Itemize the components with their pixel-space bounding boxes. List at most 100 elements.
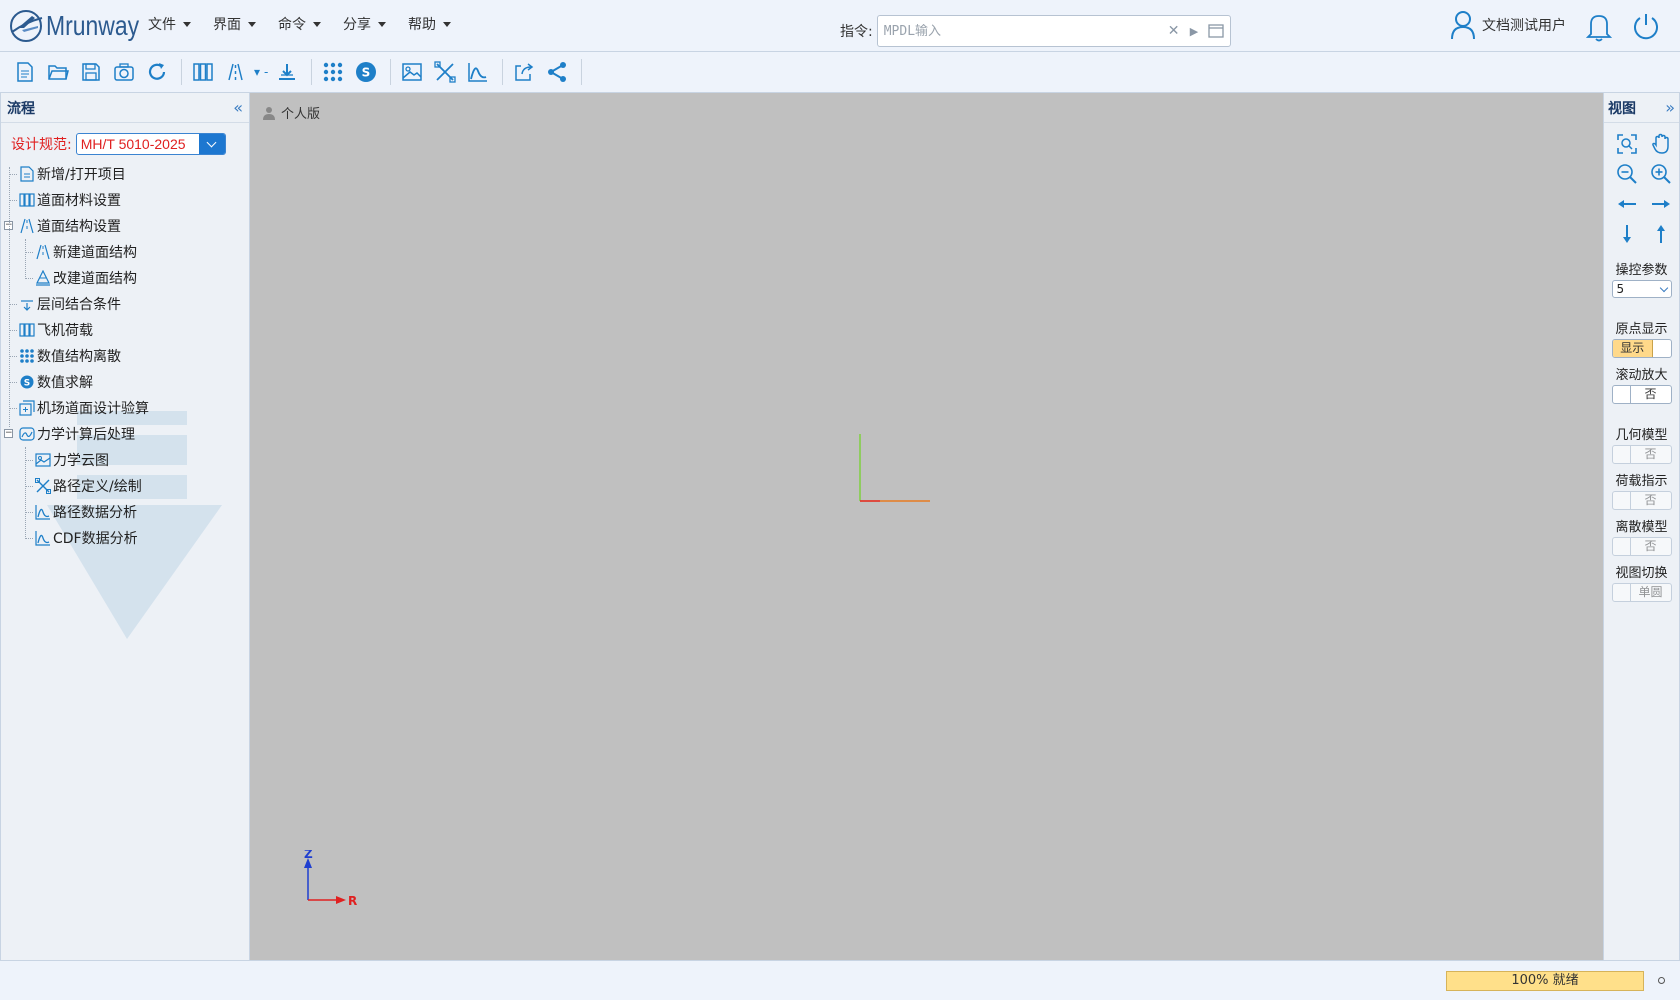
tree-node[interactable]: CDF数据分析 [1, 525, 249, 551]
power-icon[interactable] [1632, 12, 1660, 40]
tree-node[interactable]: 机场道面设计验算 [1, 395, 249, 421]
material-button[interactable] [188, 57, 218, 87]
tree-connector [25, 512, 33, 513]
tree-node[interactable]: S 数值求解 [1, 369, 249, 395]
pan-down-button[interactable] [1610, 219, 1644, 249]
edition-badge: 个人版 [262, 103, 320, 122]
pan-left-button[interactable] [1610, 189, 1644, 219]
tree-connector [9, 408, 17, 409]
discrete-model-value: 否 [1644, 539, 1657, 553]
toggle-knob [1613, 584, 1631, 601]
scroll-zoom-label: 滚动放大 [1615, 368, 1668, 383]
pan-button[interactable] [1644, 129, 1678, 159]
menu-label: 文件 [148, 17, 176, 33]
document-icon [19, 166, 35, 182]
tree-expander-icon[interactable]: − [4, 429, 13, 438]
collapse-right-icon[interactable]: » [1665, 98, 1675, 117]
viewport-canvas[interactable]: 个人版 Z R [250, 93, 1603, 960]
origin-display-value: 显示 [1612, 340, 1654, 357]
structure-button[interactable] [221, 57, 251, 87]
menu-share[interactable]: 分享 [343, 14, 386, 34]
collapse-left-icon[interactable]: « [233, 98, 243, 117]
solve-button[interactable]: S [351, 57, 381, 87]
caret-down-icon [443, 21, 451, 27]
refresh-button[interactable] [142, 57, 172, 87]
menu-interface[interactable]: 界面 [213, 14, 256, 34]
tree-connector [9, 382, 17, 383]
tree-node[interactable]: 改建道面结构 [1, 265, 249, 291]
pan-right-button[interactable] [1644, 189, 1678, 219]
tree-node[interactable]: − 道面结构设置 [1, 213, 249, 239]
contour-button[interactable] [397, 57, 427, 87]
open-folder-button[interactable] [43, 57, 73, 87]
screenshot-button[interactable] [109, 57, 139, 87]
scroll-zoom-toggle[interactable]: 否 [1611, 385, 1672, 404]
fit-view-button[interactable] [1610, 129, 1644, 159]
geometry-model-toggle[interactable]: 否 [1611, 445, 1672, 464]
export-button[interactable] [509, 57, 539, 87]
material-columns-icon [19, 192, 35, 208]
bell-icon[interactable] [1586, 12, 1612, 42]
arrow-down-icon [1623, 225, 1631, 243]
toggle-knob [1613, 492, 1631, 509]
user-icon [1451, 11, 1475, 40]
tree-node[interactable]: 新建道面结构 [1, 239, 249, 265]
caret-down-icon[interactable]: ▾ [254, 65, 260, 79]
chevron-down-icon[interactable] [198, 134, 225, 154]
tree-node-label: 新增/打开项目 [37, 167, 126, 183]
view-switch-toggle[interactable]: 单圆 [1611, 583, 1672, 602]
tree-node-label: 新建道面结构 [53, 245, 137, 261]
pan-up-button[interactable] [1644, 219, 1678, 249]
discrete-model-toggle[interactable]: 否 [1611, 537, 1672, 556]
zoom-in-icon [1651, 164, 1671, 184]
window-icon[interactable] [1208, 24, 1224, 38]
design-spec-select[interactable]: MH/T 5010-2025 [75, 133, 226, 155]
tree-connector [9, 174, 17, 175]
menu-command[interactable]: 命令 [278, 14, 321, 34]
tree-node[interactable]: 飞机荷载 [1, 317, 249, 343]
path-button[interactable] [430, 57, 460, 87]
tree-node[interactable]: 道面材料设置 [1, 187, 249, 213]
tree-connector [25, 486, 33, 487]
control-param-select[interactable]: 5 [1611, 280, 1672, 298]
toolbar-separator [181, 59, 182, 85]
view-panel: 视图 » 操控参数 5 原点显示 显示 滚动放大 否 几何模型 否 荷载指示 否… [1603, 93, 1680, 960]
caret-down-icon [183, 21, 191, 27]
new-file-button[interactable] [10, 57, 40, 87]
solver-icon: S [19, 374, 35, 390]
design-spec-value: MH/T 5010-2025 [80, 136, 186, 152]
tree-connector [25, 239, 26, 279]
load-indicator-value: 否 [1644, 493, 1657, 507]
clear-icon[interactable]: ✕ [1168, 23, 1180, 39]
aircraft-load-icon [19, 322, 35, 338]
zoom-out-button[interactable] [1610, 159, 1644, 189]
layers-icon [35, 270, 51, 286]
tree-node[interactable]: 数值结构离散 [1, 343, 249, 369]
share-button[interactable] [542, 57, 572, 87]
tree-node[interactable]: 层间结合条件 [1, 291, 249, 317]
load-indicator-toggle[interactable]: 否 [1611, 491, 1672, 510]
tree-node[interactable]: 新增/打开项目 [1, 161, 249, 187]
tree-node[interactable]: − 力学计算后处理 [1, 421, 249, 447]
path-analysis-button[interactable] [463, 57, 493, 87]
progress-bar: 100% 就绪 [1446, 971, 1644, 991]
menu-label: 帮助 [408, 17, 436, 33]
tree-node[interactable]: 路径数据分析 [1, 499, 249, 525]
tree-node[interactable]: 力学云图 [1, 447, 249, 473]
tree-connector [25, 252, 33, 253]
mesh-button[interactable] [318, 57, 348, 87]
zoom-in-button[interactable] [1644, 159, 1678, 189]
tree-connector [25, 538, 33, 539]
user-menu[interactable]: 文档测试用户 [1450, 10, 1566, 40]
save-button[interactable] [76, 57, 106, 87]
person-icon [263, 106, 275, 120]
menu-file[interactable]: 文件 [148, 14, 191, 34]
edition-label: 个人版 [281, 107, 321, 122]
tree-node[interactable]: 路径定义/绘制 [1, 473, 249, 499]
origin-display-toggle[interactable]: 显示 [1611, 339, 1672, 358]
menu-help[interactable]: 帮助 [408, 14, 451, 34]
interface-button[interactable] [272, 57, 302, 87]
command-input[interactable] [883, 23, 1164, 39]
chart-icon [35, 504, 51, 520]
run-icon[interactable]: ▶ [1190, 25, 1198, 38]
